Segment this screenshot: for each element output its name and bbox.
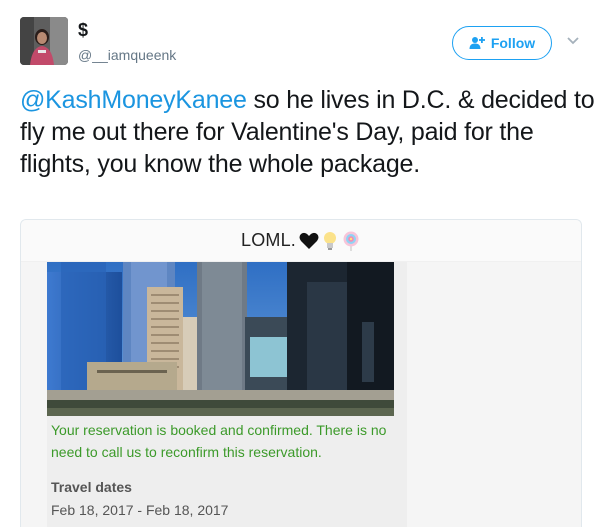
tweet-media[interactable]: LOML. Your reservation is booked and con… bbox=[20, 219, 582, 527]
travel-dates-label: Travel dates bbox=[51, 479, 132, 495]
story-title: LOML. bbox=[240, 230, 297, 250]
add-user-icon bbox=[469, 36, 485, 50]
city-skyline-photo bbox=[47, 262, 394, 416]
tweet-text: @KashMoneyKanee so he lives in D.C. & de… bbox=[20, 84, 600, 180]
reservation-card: Your reservation is booked and confirmed… bbox=[47, 262, 407, 527]
lollipop-icon bbox=[341, 231, 361, 251]
follow-label: Follow bbox=[490, 35, 536, 51]
user-handle[interactable]: @__iamqueenk bbox=[78, 47, 176, 63]
display-name[interactable]: $ bbox=[78, 20, 88, 41]
black-heart-icon bbox=[299, 232, 319, 250]
travel-dates-value: Feb 18, 2017 - Feb 18, 2017 bbox=[51, 502, 229, 518]
lightbulb-icon bbox=[322, 231, 338, 251]
chevron-down-icon[interactable] bbox=[563, 31, 583, 51]
story-header: LOML. bbox=[21, 220, 581, 262]
avatar[interactable] bbox=[20, 17, 68, 65]
follow-button[interactable]: Follow bbox=[452, 26, 552, 60]
confirmation-message: Your reservation is booked and confirmed… bbox=[51, 422, 387, 460]
mention-link[interactable]: @KashMoneyKanee bbox=[20, 86, 247, 114]
